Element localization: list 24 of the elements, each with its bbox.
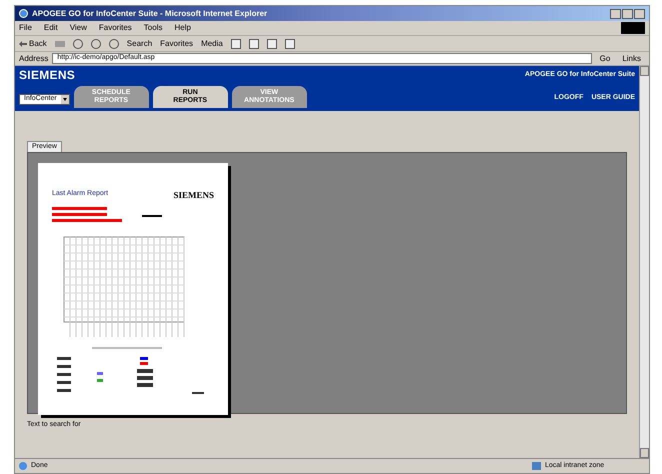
maximize-button[interactable] bbox=[622, 8, 633, 18]
scroll-up-icon[interactable] bbox=[640, 66, 649, 76]
links-button[interactable]: Links bbox=[618, 52, 645, 64]
menu-item[interactable]: Help bbox=[174, 22, 191, 34]
report-logo: SIEMENS bbox=[173, 189, 214, 202]
back-button[interactable]: Back bbox=[19, 38, 47, 50]
menu-item[interactable]: File bbox=[19, 22, 32, 34]
minimize-button[interactable] bbox=[610, 8, 621, 18]
search-button[interactable]: Search bbox=[126, 38, 152, 50]
menu-item[interactable]: Tools bbox=[144, 22, 162, 34]
menu-item[interactable]: View bbox=[70, 22, 87, 34]
caret-icon bbox=[60, 95, 69, 104]
scroll-down-icon[interactable] bbox=[640, 448, 649, 458]
back-arrow-icon bbox=[19, 40, 27, 46]
siemens-logo: SIEMENS bbox=[19, 69, 76, 81]
go-button[interactable]: Go bbox=[596, 52, 614, 64]
menu-item[interactable]: Edit bbox=[44, 22, 58, 34]
menu-item[interactable]: Favorites bbox=[98, 22, 132, 34]
address-label: Address bbox=[19, 52, 48, 64]
close-button[interactable] bbox=[634, 8, 645, 18]
vertical-scrollbar[interactable] bbox=[639, 66, 649, 458]
window-title: APOGEE GO for InfoCenter Suite - Microsoft Internet Explorer bbox=[32, 8, 268, 20]
media-button[interactable]: Media bbox=[201, 38, 223, 50]
favorites-button[interactable]: Favorites bbox=[160, 38, 194, 50]
